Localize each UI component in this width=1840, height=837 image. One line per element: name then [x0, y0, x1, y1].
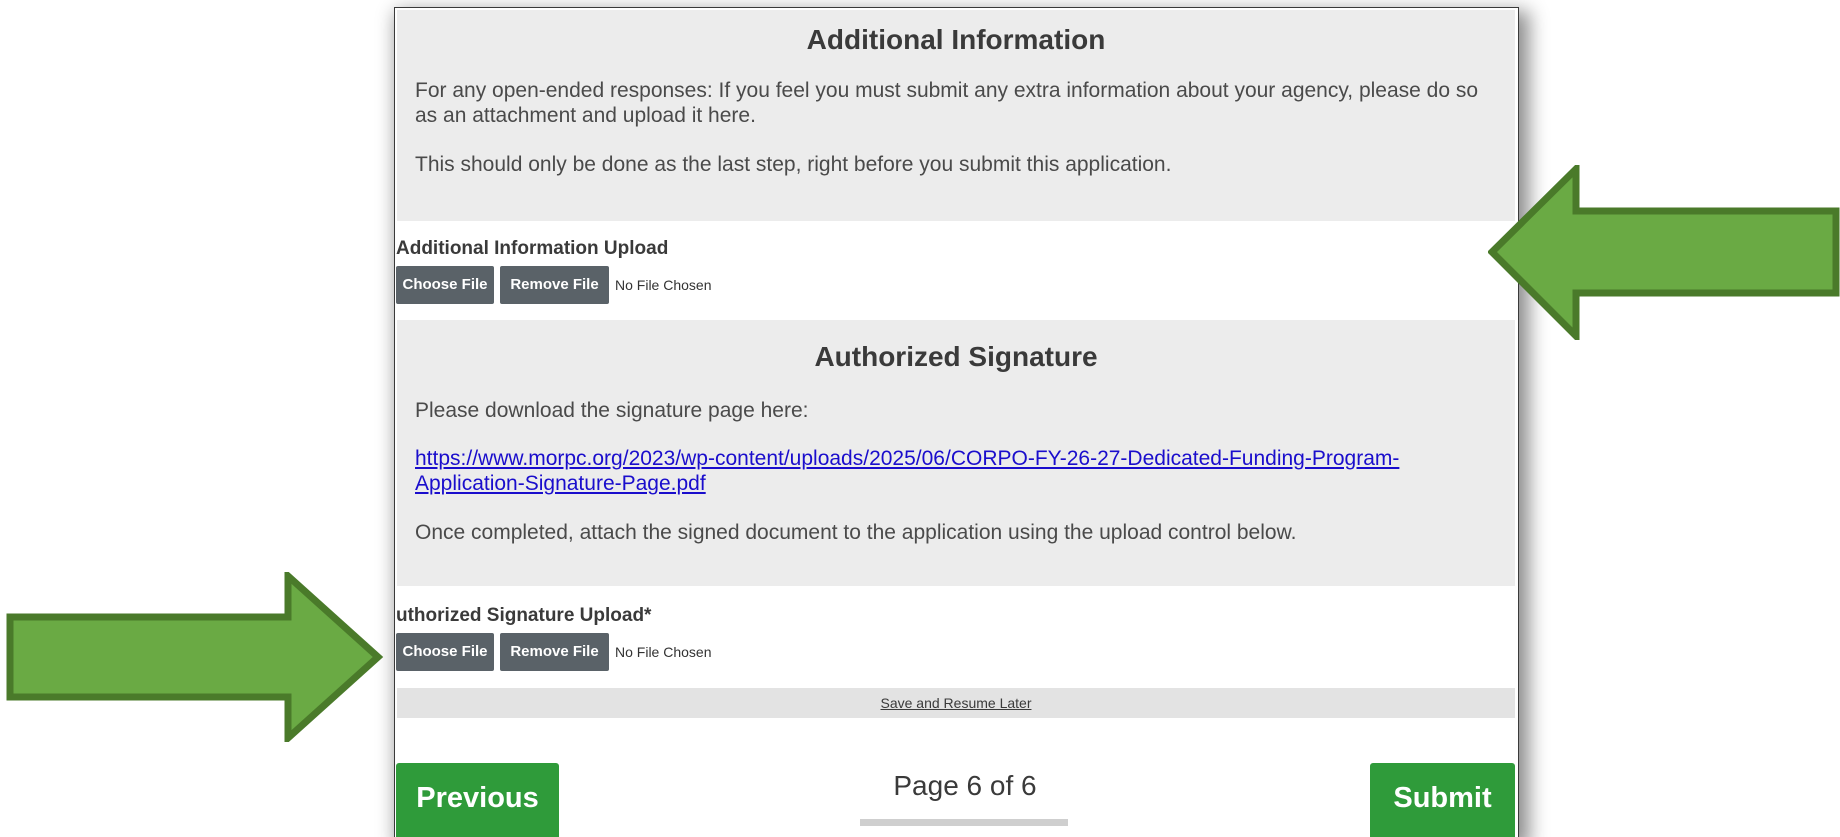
previous-button[interactable]: Previous [396, 763, 559, 837]
additional-information-note: This should only be done as the last ste… [415, 153, 1172, 176]
authorized-signature-choose-file-button[interactable]: Choose File [396, 633, 494, 671]
additional-information-choose-file-button[interactable]: Choose File [396, 266, 494, 304]
additional-information-section: Additional Information For any open-ende… [397, 10, 1515, 221]
authorized-signature-upload-label: uthorized Signature Upload* [396, 605, 652, 626]
additional-information-title: Additional Information [806, 24, 1106, 55]
arrow-right-annotation-icon [6, 572, 384, 742]
authorized-signature-remove-file-button[interactable]: Remove File [500, 633, 609, 671]
authorized-signature-title: Authorized Signature [814, 341, 1098, 372]
save-and-resume-later-link[interactable]: Save and Resume Later [397, 695, 1515, 711]
authorized-signature-section: Authorized Signature Please download the… [397, 320, 1515, 586]
authorized-signature-file-status: No File Chosen [615, 644, 712, 660]
page-indicator: Page 6 of 6 [893, 770, 1037, 801]
additional-information-instructions: For any open-ended responses: If you fee… [415, 79, 1479, 127]
signature-download-instructions: Please download the signature page here: [415, 399, 809, 422]
arrow-left-annotation-icon [1488, 165, 1840, 340]
signature-attach-instructions: Once completed, attach the signed docume… [415, 521, 1297, 544]
submit-button[interactable]: Submit [1370, 763, 1515, 837]
save-resume-bar: Save and Resume Later [397, 688, 1515, 718]
signature-page-link[interactable]: https://www.morpc.org/2023/wp-content/up… [415, 446, 1475, 496]
screenshot-stage: Additional Information For any open-ende… [0, 0, 1840, 837]
additional-information-file-status: No File Chosen [615, 277, 712, 293]
additional-information-upload-label: Additional Information Upload [396, 238, 669, 259]
additional-information-remove-file-button[interactable]: Remove File [500, 266, 609, 304]
application-form-panel: Additional Information For any open-ende… [394, 7, 1519, 837]
page-indicator-underline [860, 819, 1068, 826]
